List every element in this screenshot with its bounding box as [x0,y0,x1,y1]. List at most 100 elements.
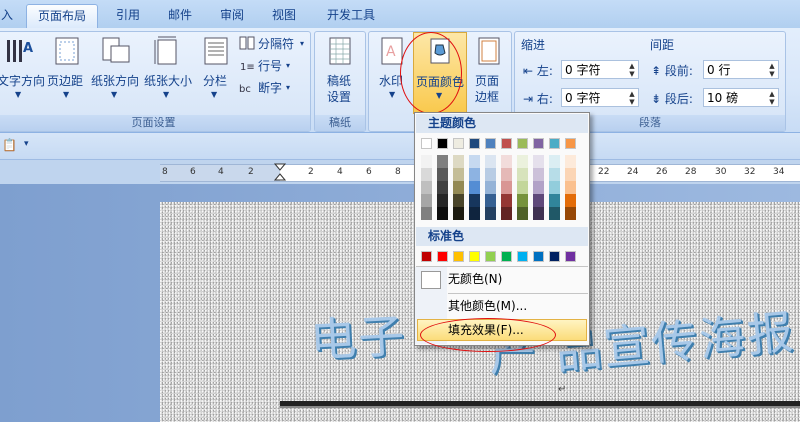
theme-color-swatch[interactable] [517,138,528,149]
theme-shade-swatch[interactable] [469,155,480,168]
theme-shade-swatch[interactable] [469,168,480,181]
theme-shade-swatch[interactable] [533,207,544,220]
tab-review[interactable]: 审阅 [212,4,252,27]
theme-shade-swatch[interactable] [469,194,480,207]
theme-shade-swatch[interactable] [453,168,464,181]
theme-shade-swatch[interactable] [533,155,544,168]
theme-color-swatch[interactable] [453,138,464,149]
standard-color-swatch[interactable] [437,251,448,262]
theme-shade-swatch[interactable] [565,155,576,168]
standard-color-swatch[interactable] [421,251,432,262]
theme-shade-swatch[interactable] [469,181,480,194]
indent-marker-icon[interactable] [274,163,286,183]
theme-shade-swatch[interactable] [421,155,432,168]
theme-shade-swatch[interactable] [565,194,576,207]
tab-view[interactable]: 视图 [264,4,304,27]
theme-shade-swatch[interactable] [485,168,496,181]
tab-insert-partial[interactable]: 入 [0,4,14,27]
theme-shade-swatch[interactable] [501,194,512,207]
indent-left-input[interactable]: 0 字符 ▲ ▼ [561,60,639,79]
theme-shade-swatch[interactable] [533,168,544,181]
standard-color-swatch[interactable] [469,251,480,262]
tab-mailings[interactable]: 邮件 [160,4,200,27]
spin-down-icon[interactable]: ▼ [768,70,776,78]
tab-page-layout[interactable]: 页面布局 [26,4,98,28]
theme-shade-swatch[interactable] [517,155,528,168]
standard-color-swatch[interactable] [517,251,528,262]
theme-shade-swatch[interactable] [453,181,464,194]
theme-shade-swatch[interactable] [517,194,528,207]
theme-shade-swatch[interactable] [517,207,528,220]
line-numbers-button[interactable]: 行号 [258,57,282,74]
theme-shade-swatch[interactable] [485,207,496,220]
paper-size-button[interactable]: 纸张大小 [144,72,192,89]
theme-shade-swatch[interactable] [469,207,480,220]
manuscript-settings-button[interactable]: 稿纸 [327,72,351,89]
margins-button[interactable]: 页边距 [47,72,83,89]
spin-down-icon[interactable]: ▼ [628,70,636,78]
columns-button[interactable]: 分栏 [203,72,227,89]
theme-shade-swatch[interactable] [437,155,448,168]
no-color-menu-item[interactable]: 无颜色(N) [448,268,502,290]
standard-color-swatch[interactable] [485,251,496,262]
theme-shade-swatch[interactable] [517,168,528,181]
spin-down-icon[interactable]: ▼ [768,98,776,106]
theme-shade-swatch[interactable] [437,194,448,207]
theme-shade-swatch[interactable] [421,168,432,181]
theme-color-swatch[interactable] [437,138,448,149]
theme-shade-swatch[interactable] [453,207,464,220]
theme-color-swatch[interactable] [469,138,480,149]
theme-shade-swatch[interactable] [549,194,560,207]
standard-color-swatch[interactable] [565,251,576,262]
spin-up-icon[interactable]: ▲ [768,90,776,98]
theme-color-swatch[interactable] [549,138,560,149]
theme-shade-swatch[interactable] [565,207,576,220]
theme-shade-swatch[interactable] [437,207,448,220]
theme-shade-swatch[interactable] [421,194,432,207]
theme-shade-swatch[interactable] [485,155,496,168]
theme-shade-swatch[interactable] [437,181,448,194]
customize-toolbar-icon[interactable]: ▾ [24,139,29,149]
theme-color-swatch[interactable] [565,138,576,149]
theme-shade-swatch[interactable] [501,207,512,220]
theme-shade-swatch[interactable] [565,168,576,181]
theme-color-swatch[interactable] [501,138,512,149]
theme-shade-swatch[interactable] [485,194,496,207]
theme-shade-swatch[interactable] [453,194,464,207]
theme-shade-swatch[interactable] [453,155,464,168]
theme-shade-swatch[interactable] [549,168,560,181]
spacing-after-input[interactable]: 10 磅 ▲ ▼ [703,88,779,107]
theme-color-swatch[interactable] [533,138,544,149]
spin-down-icon[interactable]: ▼ [628,98,636,106]
standard-color-swatch[interactable] [533,251,544,262]
theme-shade-swatch[interactable] [485,181,496,194]
standard-color-swatch[interactable] [501,251,512,262]
theme-color-swatch[interactable] [421,138,432,149]
theme-shade-swatch[interactable] [501,181,512,194]
tab-developer[interactable]: 开发工具 [318,4,384,27]
standard-color-swatch[interactable] [453,251,464,262]
theme-shade-swatch[interactable] [517,181,528,194]
theme-shade-swatch[interactable] [501,155,512,168]
text-direction-button[interactable]: 文字方向 [0,72,45,89]
breaks-button[interactable]: 分隔符 [258,35,294,52]
tab-references[interactable]: 引用 [108,4,148,27]
theme-shade-swatch[interactable] [421,207,432,220]
indent-right-input[interactable]: 0 字符 ▲ ▼ [561,88,639,107]
spin-up-icon[interactable]: ▲ [768,62,776,70]
spin-up-icon[interactable]: ▲ [628,62,636,70]
theme-shade-swatch[interactable] [421,181,432,194]
theme-shade-swatch[interactable] [501,168,512,181]
wordart-text-left[interactable]: 电子 [308,300,408,371]
theme-shade-swatch[interactable] [437,168,448,181]
page-border-button[interactable]: 页面 [475,72,499,89]
more-colors-menu-item[interactable]: 其他颜色(M)... [448,295,527,317]
theme-color-swatch[interactable] [485,138,496,149]
theme-shade-swatch[interactable] [549,155,560,168]
standard-color-swatch[interactable] [549,251,560,262]
orientation-button[interactable]: 纸张方向 [91,72,139,89]
hyphenation-button[interactable]: 断字 [258,79,282,96]
theme-shade-swatch[interactable] [533,181,544,194]
clipboard-icon[interactable]: 📋 [2,138,17,152]
theme-shade-swatch[interactable] [549,181,560,194]
